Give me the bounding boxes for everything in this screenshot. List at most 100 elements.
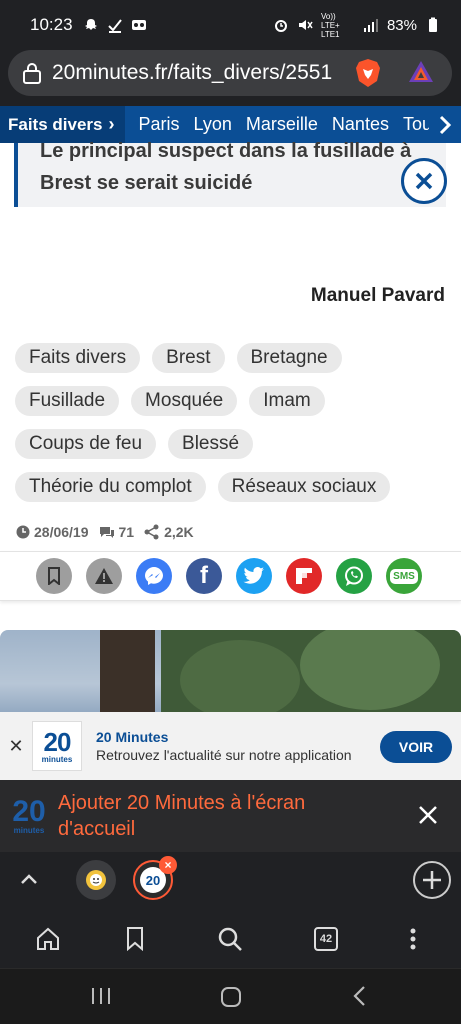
tag-chip[interactable]: Faits divers [15,343,141,373]
battery-percent: 83% [386,16,417,34]
tag-chip[interactable]: Imam [249,386,325,416]
article-meta: 28/06/19 71 2,2K [16,524,194,540]
app-install-banner: ✕ 20 minutes 20 Minutes Retrouvez l'actu… [0,712,461,780]
comment-icon [99,527,114,538]
home-nav-icon[interactable] [219,985,243,1009]
mute-icon [298,20,313,30]
screen: 10:23 Vo)) LTE+ LTE1 83% 20minutes.fr/fa… [0,0,461,1024]
recent-apps-icon[interactable] [90,985,112,1007]
lock-icon[interactable] [22,62,42,84]
tab-thumbnail[interactable] [76,860,116,900]
home-button[interactable] [33,924,63,954]
brave-shields-icon[interactable] [354,58,382,88]
nav-item-paris[interactable]: Paris [139,114,180,135]
brave-rewards-icon[interactable] [408,60,434,84]
tag-chip[interactable]: Bretagne [236,343,342,373]
add-to-homescreen-text[interactable]: Ajouter 20 Minutes à l'écran d'accueil [58,790,358,842]
plus-icon [423,871,441,889]
twitter-share-button[interactable] [236,558,272,594]
close-banner-icon[interactable]: ✕ [0,736,32,757]
alarm-icon [274,20,287,32]
tag-chip[interactable]: Blessé [168,429,254,459]
url-text[interactable]: 20minutes.fr/faits_divers/2551 [52,61,352,85]
share-count[interactable]: 2,2K [144,524,194,540]
nav-item-toulouse[interactable]: Tou [403,114,432,135]
photo-foliage [180,640,300,720]
bookmark-icon [48,567,60,585]
site-logo: 20 minutes [10,794,48,835]
facebook-icon: f [200,562,208,589]
search-icon [218,927,242,951]
nav-item-marseille[interactable]: Marseille [246,114,318,135]
tag-row: Coups de feu Blessé [15,429,455,459]
tag-chip[interactable]: Réseaux sociaux [217,472,391,502]
kebab-menu-icon [410,928,416,950]
site-logo-number: 20 [12,794,46,828]
nav-item-lyon[interactable]: Lyon [194,114,232,135]
battery-icon [429,17,437,32]
share-bar: f SMS [0,551,461,601]
share-count-text: 2,2K [164,524,194,540]
tab-count: 42 [314,927,338,951]
android-nav-bar [0,968,461,1024]
article-photo[interactable] [0,630,461,720]
facebook-share-button[interactable]: f [186,558,222,594]
close-icon [415,172,433,190]
menu-button[interactable] [398,924,428,954]
tag-row: Fusillade Mosquée Imam [15,386,455,416]
url-field[interactable]: 20minutes.fr/faits_divers/2551 [8,50,452,96]
chevron-up-icon[interactable] [18,868,40,890]
bookmark-button[interactable] [36,558,72,594]
add-to-homescreen-bar[interactable]: 20 minutes Ajouter 20 Minutes à l'écran … [0,780,461,852]
app-logo: 20 minutes [32,721,82,771]
app-logo-word: minutes [41,754,73,764]
open-app-button[interactable]: VOIR [380,731,452,763]
tag-chip[interactable]: Brest [152,343,225,373]
clock-icon [16,525,30,539]
twitter-icon [243,567,264,584]
article-date: 28/06/19 [16,524,89,540]
tag-row: Faits divers Brest Bretagne [15,343,455,373]
tag-chip[interactable]: Théorie du complot [15,472,206,502]
messenger-share-button[interactable] [136,558,172,594]
signal-icon [363,19,378,32]
close-tab-icon[interactable]: × [159,856,177,874]
nav-item-nantes[interactable]: Nantes [332,114,389,135]
browser-address-bar: 20minutes.fr/faits_divers/2551 [0,50,461,106]
flipboard-share-button[interactable] [286,558,322,594]
new-tab-button[interactable] [413,861,451,899]
back-icon[interactable] [350,985,370,1007]
emoji-site-icon [86,870,106,890]
tag-chip[interactable]: Coups de feu [15,429,157,459]
close-icon[interactable] [417,804,439,826]
close-quote-button[interactable] [401,158,447,204]
clock: 10:23 [30,15,73,34]
tag-chip[interactable]: Mosquée [131,386,238,416]
search-button[interactable] [215,924,245,954]
chevron-right-icon: › [108,114,115,134]
comment-count[interactable]: 71 [99,524,135,540]
whatsapp-share-button[interactable] [336,558,372,594]
notification-icons [83,17,147,33]
comment-count-text: 71 [118,524,135,540]
photo-trunk [100,630,155,720]
system-icons: Vo)) LTE+ LTE1 83% [273,12,441,39]
sms-share-button[interactable]: SMS [386,558,422,594]
messenger-icon [145,567,163,585]
bookmarks-button[interactable] [120,924,150,954]
voicemail-icon [131,20,146,30]
browser-toolbar: 42 [0,908,461,968]
author-name[interactable]: Manuel Pavard [311,285,445,307]
tab-switcher-button[interactable]: 42 [311,924,341,954]
related-article-quote[interactable]: Le principal suspect dans la fusillade à… [14,140,446,207]
report-button[interactable] [86,558,122,594]
share-icon [144,524,159,540]
network-label: Vo)) LTE+ LTE1 [320,11,340,39]
tag-chip[interactable]: Fusillade [15,386,120,416]
app-banner-text: 20 Minutes Retrouvez l'actualité sur not… [96,729,352,763]
related-article-title[interactable]: Le principal suspect dans la fusillade à… [40,135,446,199]
app-banner-title: 20 Minutes [96,729,169,745]
home-icon [37,927,59,950]
snapchat-icon [84,19,97,30]
tab-thumbnail-active[interactable]: 20 × [133,856,177,900]
